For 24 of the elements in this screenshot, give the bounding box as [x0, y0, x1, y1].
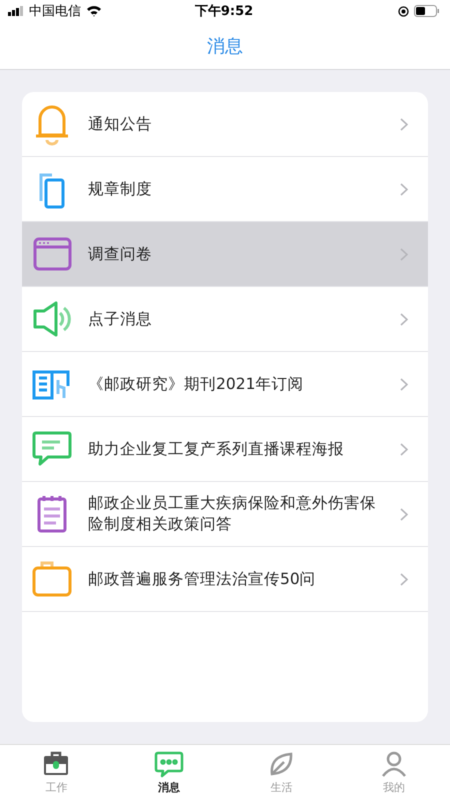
menu-item[interactable]: 点子消息	[22, 287, 428, 352]
battery-icon	[414, 5, 440, 17]
wifi-icon	[86, 5, 102, 17]
menu-item[interactable]: 《邮政研究》期刊2021年订阅	[22, 352, 428, 417]
rotation-lock-icon	[398, 6, 409, 16]
chevron-right-icon	[400, 312, 408, 326]
menu-item[interactable]: 邮政企业员工重大疾病保险和意外伤害保险制度相关政策问答	[22, 482, 428, 547]
chevron-right-icon	[400, 442, 408, 456]
chevron-right-icon	[400, 508, 408, 520]
menu-item[interactable]: 调查问卷	[22, 222, 428, 287]
menu-item[interactable]: 通知公告	[22, 92, 428, 157]
chevron-right-icon	[400, 182, 408, 196]
carrier-name: 中国电信	[29, 3, 81, 20]
chevron-right-icon	[400, 248, 408, 260]
chevron-right-icon	[400, 572, 408, 586]
menu-item[interactable]: 助力企业复工复产系列直播课程海报	[22, 417, 428, 482]
chevron-right-icon	[400, 118, 408, 130]
tab[interactable]: 消息	[112, 745, 225, 799]
status-time: 下午9:52	[194, 3, 254, 20]
chevron-right-icon	[400, 378, 408, 390]
page-title: 消息	[207, 34, 243, 58]
menu-item[interactable]: 邮政普遍服务管理法治宣传50问	[22, 547, 428, 612]
signal-icon	[8, 6, 24, 16]
chat-icon	[154, 750, 184, 778]
